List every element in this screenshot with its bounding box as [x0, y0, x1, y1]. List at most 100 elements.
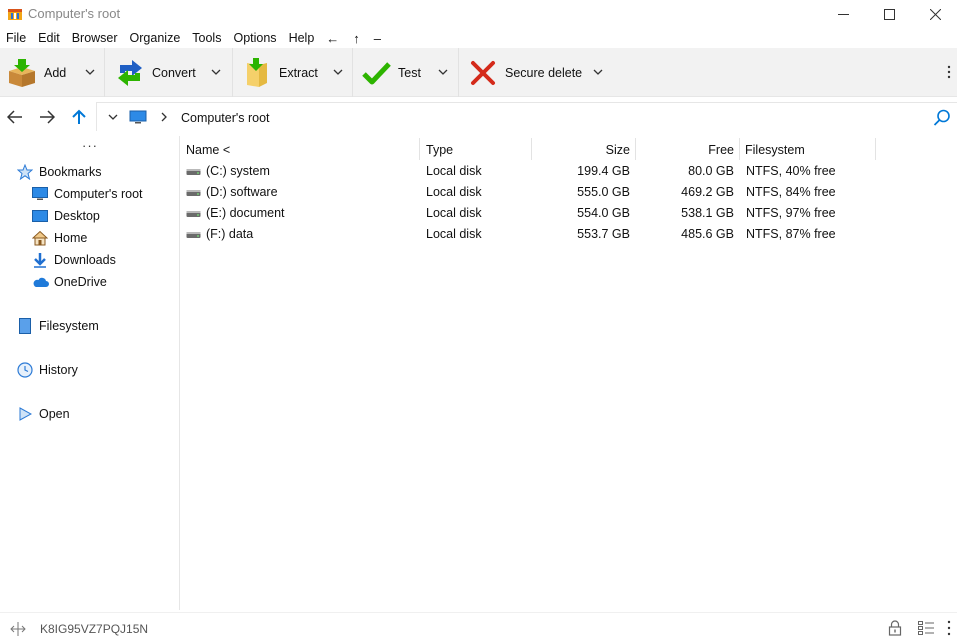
close-button[interactable]	[912, 0, 957, 28]
add-button[interactable]: Add	[6, 48, 66, 97]
cell-type: Local disk	[426, 185, 482, 199]
back-button[interactable]	[5, 107, 25, 127]
delete-x-icon	[471, 60, 495, 85]
column-header-free[interactable]: Free	[640, 138, 734, 162]
monitor-icon	[32, 187, 48, 200]
drive-icon	[186, 232, 201, 238]
sidebar-options-button[interactable]: ···	[82, 138, 98, 153]
secure-delete-label: Secure delete	[505, 65, 583, 80]
cell-type: Local disk	[426, 164, 482, 178]
menu-back-arrow-icon[interactable]: ←	[326, 31, 339, 46]
add-dropdown-button[interactable]	[84, 66, 96, 78]
status-text: K8IG95VZ7PQJ15N	[40, 622, 149, 636]
column-header-size[interactable]: Size	[536, 138, 630, 162]
convert-label: Convert	[152, 65, 196, 80]
test-dropdown-button[interactable]	[437, 66, 449, 78]
column-resize-handle[interactable]	[875, 138, 876, 160]
extract-dropdown-button[interactable]	[332, 66, 344, 78]
chevron-down-icon	[438, 69, 448, 75]
cell-free: 538.1 GB	[681, 206, 734, 220]
menu-browser[interactable]: Browser	[72, 31, 118, 45]
cell-name: (E:) document	[206, 206, 285, 220]
sidebar-item-home[interactable]: Home	[31, 228, 87, 248]
column-resize-handle[interactable]	[635, 138, 636, 160]
table-row[interactable]: (D:) software Local disk 555.0 GB 469.2 …	[181, 182, 957, 203]
maximize-button[interactable]	[866, 0, 912, 28]
menu-bar: File Edit Browser Organize Tools Options…	[0, 28, 395, 48]
sidebar-item-open[interactable]: Open	[16, 404, 70, 424]
cell-name: (C:) system	[206, 164, 270, 178]
sidebar-item-downloads[interactable]: Downloads	[31, 250, 116, 270]
breadcrumb-separator-chevron-right-icon[interactable]	[159, 110, 169, 124]
cell-size: 555.0 GB	[577, 185, 630, 199]
test-label: Test	[398, 65, 421, 80]
column-resize-handle[interactable]	[531, 138, 532, 160]
menu-file[interactable]: File	[6, 31, 26, 45]
close-icon	[929, 8, 941, 20]
cell-size: 554.0 GB	[577, 206, 630, 220]
window-title: Computer's root	[28, 6, 121, 21]
sidebar-item-desktop[interactable]: Desktop	[31, 206, 100, 226]
toolbar: Add Convert Extract Test Secure delete	[0, 48, 957, 97]
column-header-name[interactable]: Name <	[186, 138, 230, 162]
column-header-type[interactable]: Type	[426, 138, 453, 162]
add-box-icon	[9, 58, 35, 87]
search-icon[interactable]	[933, 109, 951, 127]
vertical-dots-icon[interactable]	[944, 620, 954, 636]
details-view-icon[interactable]	[918, 621, 934, 635]
arrow-up-icon	[72, 109, 86, 124]
menu-organize[interactable]: Organize	[130, 31, 181, 45]
menu-edit[interactable]: Edit	[38, 31, 60, 45]
monitor-icon	[129, 110, 147, 124]
convert-dropdown-button[interactable]	[210, 66, 222, 78]
cloud-icon	[33, 277, 49, 287]
toolbar-divider	[104, 48, 105, 97]
table-row[interactable]: (F:) data Local disk 553.7 GB 485.6 GB N…	[181, 224, 957, 245]
secure-delete-dropdown-button[interactable]	[592, 66, 604, 78]
table-row[interactable]: (E:) document Local disk 554.0 GB 538.1 …	[181, 203, 957, 224]
column-header-filesystem[interactable]: Filesystem	[745, 138, 805, 162]
sidebar-item-computers-root[interactable]: Computer's root	[31, 184, 143, 204]
forward-button[interactable]	[37, 107, 57, 127]
menu-help[interactable]: Help	[289, 31, 315, 45]
sidebar-item-history[interactable]: History	[16, 360, 78, 380]
cell-type: Local disk	[426, 227, 482, 241]
up-button[interactable]	[69, 107, 89, 127]
breadcrumb-current[interactable]: Computer's root	[181, 111, 270, 125]
column-resize-handle[interactable]	[739, 138, 740, 160]
address-history-dropdown[interactable]	[107, 110, 119, 124]
test-button[interactable]: Test	[360, 48, 421, 97]
lock-icon[interactable]	[888, 620, 902, 636]
move-arrows-icon[interactable]	[10, 621, 26, 637]
cell-size: 553.7 GB	[577, 227, 630, 241]
toolbar-more-button[interactable]	[944, 62, 954, 82]
desktop-icon	[32, 210, 48, 222]
column-resize-handle[interactable]	[419, 138, 420, 160]
sidebar-item-bookmarks[interactable]: Bookmarks	[16, 162, 102, 182]
extract-button[interactable]: Extract	[241, 48, 318, 97]
checkmark-icon	[362, 61, 391, 84]
maximize-icon	[883, 8, 895, 20]
minimize-button[interactable]	[820, 0, 866, 28]
convert-button[interactable]: Convert	[114, 48, 196, 97]
file-list: Name < Type Size Free Filesystem (C:) sy…	[181, 136, 957, 610]
filesystem-icon	[19, 318, 31, 334]
clock-icon	[17, 362, 33, 378]
table-row[interactable]: (C:) system Local disk 199.4 GB 80.0 GB …	[181, 161, 957, 182]
menu-tools[interactable]: Tools	[192, 31, 221, 45]
address-bar[interactable]: Computer's root	[96, 102, 957, 131]
cell-filesystem: NTFS, 40% free	[746, 164, 836, 178]
menu-up-arrow-icon[interactable]: ↑	[353, 31, 360, 46]
chevron-down-icon	[211, 69, 221, 75]
toolbar-divider	[458, 48, 459, 97]
menu-dash-icon[interactable]: –	[374, 31, 381, 46]
secure-delete-button[interactable]: Secure delete	[467, 48, 582, 97]
download-icon	[34, 253, 46, 268]
sidebar-item-filesystem[interactable]: Filesystem	[16, 316, 99, 336]
menu-options[interactable]: Options	[233, 31, 276, 45]
add-label: Add	[44, 65, 67, 80]
sidebar-item-onedrive[interactable]: OneDrive	[31, 272, 107, 292]
arrow-left-icon	[7, 110, 22, 124]
cell-filesystem: NTFS, 84% free	[746, 185, 836, 199]
title-bar: Computer's root	[0, 0, 957, 28]
